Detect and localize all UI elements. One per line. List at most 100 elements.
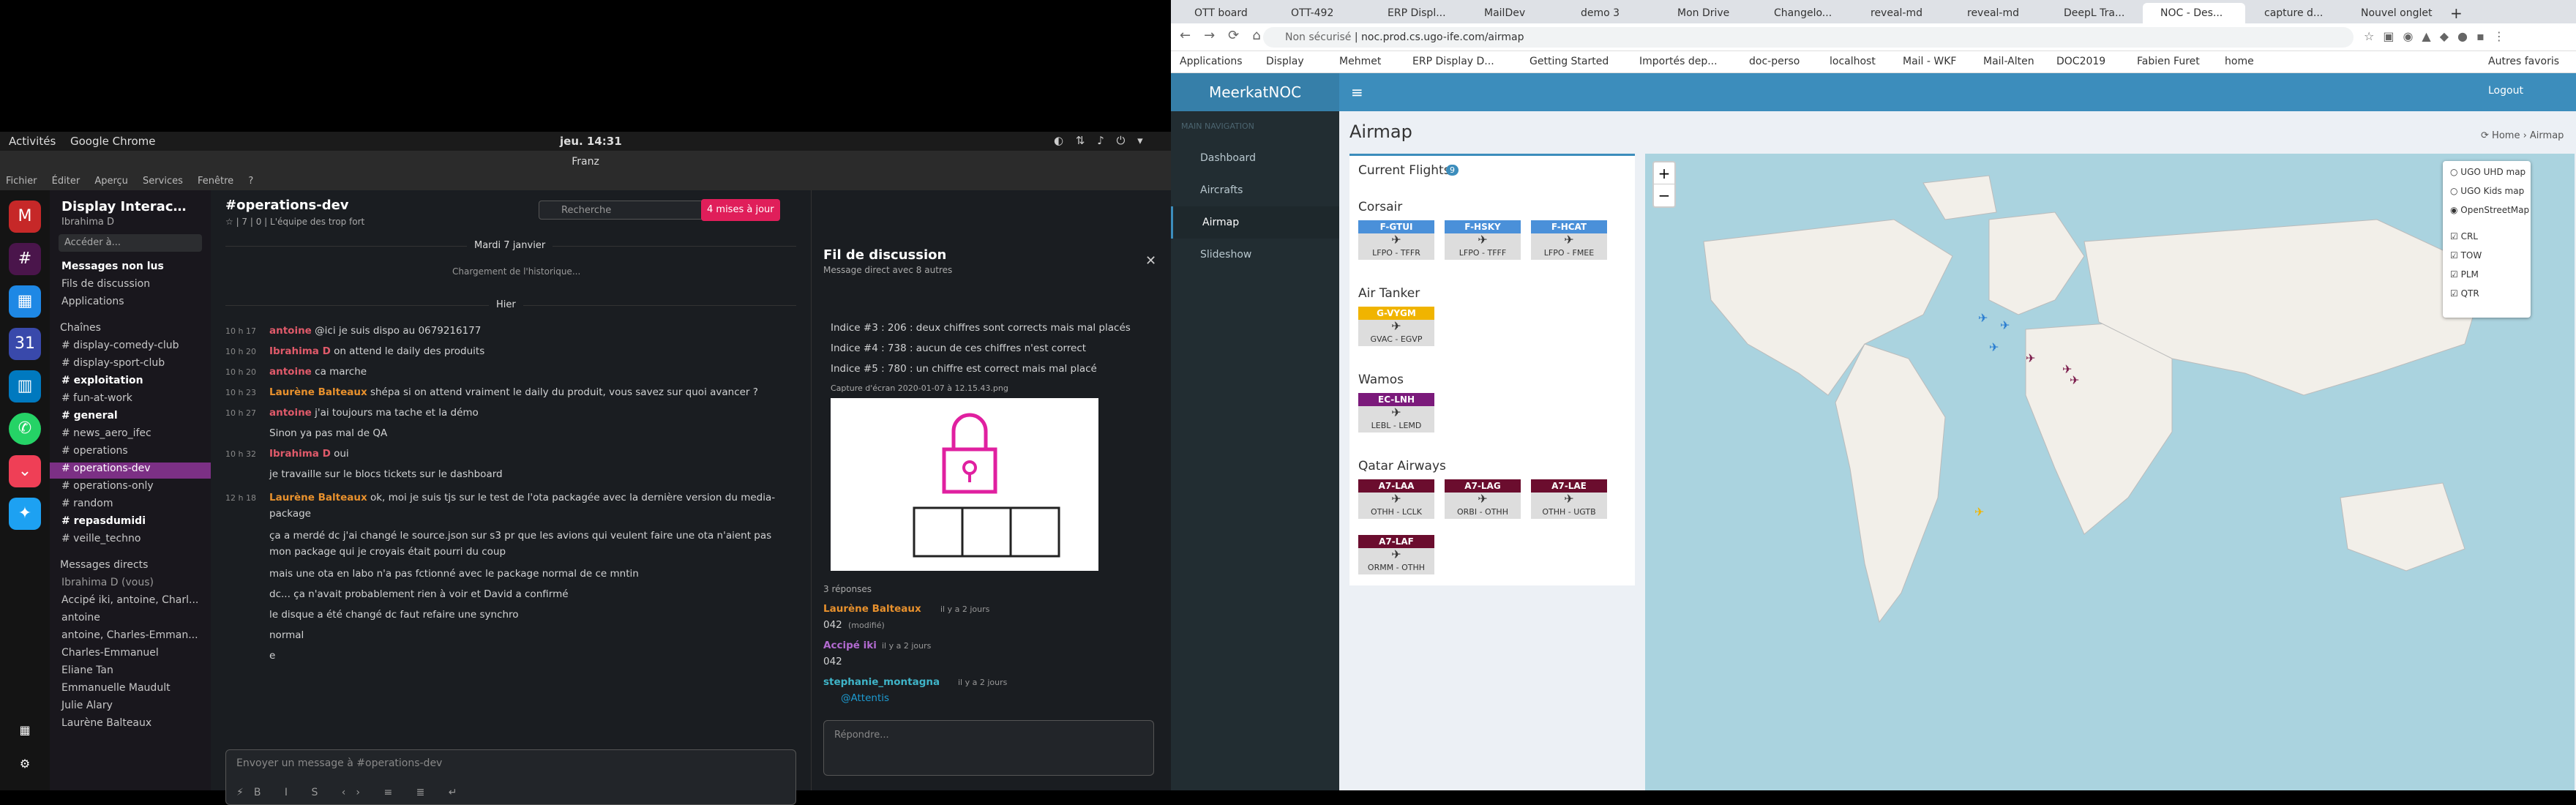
dm-item[interactable]: antoine, Charles-Emman... xyxy=(61,629,198,641)
message-author[interactable]: Ibrahima D xyxy=(269,448,331,460)
message-author[interactable]: antoine xyxy=(269,325,312,337)
browser-tab[interactable]: DeepL Tra... xyxy=(2046,3,2141,23)
plane-airtanker[interactable]: ✈ xyxy=(1974,505,1984,519)
nav-slideshow[interactable]: Slideshow xyxy=(1171,239,1339,271)
browser-tab[interactable]: Mon Drive xyxy=(1660,3,1755,23)
reply-text[interactable]: @Attentis xyxy=(841,692,889,704)
hamburger-icon[interactable]: ≡ xyxy=(1351,83,1363,101)
grid-icon[interactable]: ▦ xyxy=(9,714,41,746)
dm-item[interactable]: Accipé iki, antoine, Charl... xyxy=(61,594,198,606)
channel-item[interactable]: # operations xyxy=(61,445,128,457)
bookmark[interactable]: home xyxy=(2225,56,2254,67)
message[interactable]: le disque a été changé dc faut refaire u… xyxy=(225,609,519,621)
whatsapp-icon[interactable]: ✆ xyxy=(9,413,41,445)
breadcrumb-home[interactable]: Home xyxy=(2492,130,2520,141)
nav-airmap[interactable]: Airmap xyxy=(1171,206,1339,239)
browser-tab[interactable]: MailDev xyxy=(1467,3,1562,23)
overlay-option[interactable]: ☑ CRL xyxy=(2450,231,2478,242)
dm-item[interactable]: Julie Alary xyxy=(61,700,113,711)
message-author[interactable]: antoine xyxy=(269,366,312,378)
extension-icons[interactable]: ☆▣◉▲◆●▪⋮ xyxy=(2364,29,2514,43)
bookmark-apps[interactable]: Applications xyxy=(1180,56,1243,67)
browser-tab[interactable]: reveal-md xyxy=(1853,3,1948,23)
bookmark[interactable]: Getting Started xyxy=(1530,56,1609,67)
twitter-icon[interactable]: ✦ xyxy=(9,498,41,530)
dm-item[interactable]: Ibrahima D (vous) xyxy=(61,577,154,588)
message-author[interactable]: Ibrahima D xyxy=(269,345,331,357)
close-icon[interactable]: ✕ xyxy=(1145,253,1156,269)
bookmark[interactable]: ERP Display D... xyxy=(1412,56,1494,67)
nav-dashboard[interactable]: Dashboard xyxy=(1171,142,1339,174)
bookmark[interactable]: Importés dep... xyxy=(1639,56,1718,67)
reply-count[interactable]: 3 réponses xyxy=(823,584,872,594)
formatting-toolbar[interactable]: ⚡B I S ‹› ≡ ≣ ↵ xyxy=(236,787,468,798)
new-tab-button[interactable]: + xyxy=(2444,3,2466,23)
system-tray-icons[interactable]: ◐ ⇅ ♪ ⏻ ▾ xyxy=(1054,134,1147,147)
reply-author[interactable]: Accipé iki xyxy=(823,640,877,651)
message[interactable]: mon package qui je croyais était pourri … xyxy=(225,546,506,558)
activities-button[interactable]: Activités xyxy=(9,135,56,148)
message[interactable]: 10 h 32 Ibrahima D oui xyxy=(225,448,349,460)
bookmark[interactable]: Mail - WKF xyxy=(1903,56,1956,67)
browser-tab[interactable]: capture d... xyxy=(2247,3,2342,23)
channel-item[interactable]: # display-sport-club xyxy=(61,357,165,369)
pocket-icon[interactable]: ⌄ xyxy=(9,455,41,487)
reply-author[interactable]: stephanie_montagna xyxy=(823,676,940,688)
browser-tab[interactable]: Changelo... xyxy=(1756,3,1852,23)
calendar-icon[interactable]: ▦ xyxy=(9,285,41,318)
plane-wamos[interactable]: ✈ xyxy=(2026,351,2035,365)
overlay-option[interactable]: ☑ TOW xyxy=(2450,250,2482,261)
attachment-name[interactable]: Capture d'écran 2020-01-07 à 12.15.43.pn… xyxy=(831,383,1008,393)
flight-card[interactable]: F-HSKY ✈ LFPO - TFFF xyxy=(1445,220,1521,260)
browser-tab[interactable]: demo 3 xyxy=(1563,3,1658,23)
logout-link[interactable]: Logout xyxy=(2488,85,2523,97)
message[interactable]: ça a merdé dc j'ai changé le source.json… xyxy=(225,530,771,542)
channel-item[interactable]: # general xyxy=(61,410,118,422)
message-composer[interactable]: Envoyer un message à #operations-dev ⚡B … xyxy=(225,749,796,805)
browser-tab[interactable]: reveal-md xyxy=(1950,3,2045,23)
workspace-name[interactable]: Display Interac… xyxy=(61,199,187,214)
menu-help[interactable]: ? xyxy=(248,176,253,187)
plane-corsair-1[interactable]: ✈ xyxy=(1989,340,1999,354)
channel-item[interactable]: # news_aero_ifec xyxy=(61,427,151,439)
dm-item[interactable]: antoine xyxy=(61,612,100,624)
browser-tab[interactable]: ERP Displ... xyxy=(1370,3,1465,23)
dm-item[interactable]: Laurène Balteaux xyxy=(61,717,151,729)
channel-name[interactable]: #operations-dev xyxy=(225,198,349,213)
overlay-option[interactable]: ☑ PLM xyxy=(2450,269,2479,280)
trello-icon[interactable]: ▥ xyxy=(9,370,41,402)
browser-tab[interactable]: OTT board xyxy=(1177,3,1272,23)
flight-card[interactable]: A7-LAF ✈ ORMM - OTHH xyxy=(1358,535,1434,574)
bookmark[interactable]: Fabien Furet xyxy=(2137,56,2200,67)
channel-item[interactable]: # random xyxy=(61,498,113,509)
layer-option[interactable]: ○ UGO Kids map xyxy=(2450,186,2524,196)
bookmark[interactable]: doc-perso xyxy=(1749,56,1800,67)
message[interactable]: 12 h 18 Laurène Balteaux ok, moi je suis … xyxy=(225,492,775,503)
menu-view[interactable]: Aperçu xyxy=(94,176,128,187)
message[interactable]: dc... ça n'avait probablement rien à voi… xyxy=(225,588,569,600)
slack-icon[interactable]: # xyxy=(9,243,41,275)
flight-card[interactable]: F-GTUI ✈ LFPO - TFFR xyxy=(1358,220,1434,260)
calendar-31-icon[interactable]: 31 xyxy=(9,328,41,360)
flight-card[interactable]: F-HCAT ✈ LFPO - FMEE xyxy=(1531,220,1607,260)
message[interactable]: 10 h 20 Ibrahima D on attend le daily des… xyxy=(225,345,484,357)
thread-reply-input[interactable]: Répondre... xyxy=(823,720,1154,776)
dm-item[interactable]: Emmanuelle Maudult xyxy=(61,682,171,694)
bookmark-others[interactable]: Autres favoris xyxy=(2488,56,2559,67)
channel-item[interactable]: # display-comedy-club xyxy=(61,340,179,351)
refresh-icon[interactable]: ⟳ xyxy=(2481,130,2489,141)
bookmark[interactable]: Mail-Alten xyxy=(1983,56,2034,67)
nav-aircrafts[interactable]: Aircrafts xyxy=(1171,174,1339,206)
attachment-image[interactable] xyxy=(831,398,1098,571)
plane-corsair-3[interactable]: ✈ xyxy=(1978,311,1988,325)
gmail-icon[interactable]: M xyxy=(9,201,41,233)
sidebar-item-unread[interactable]: Messages non lus xyxy=(61,261,164,272)
sidebar-item-threads[interactable]: Fils de discussion xyxy=(61,278,150,290)
dm-item[interactable]: Charles-Emmanuel xyxy=(61,647,159,659)
message-author[interactable]: Laurène Balteaux xyxy=(269,386,367,398)
bookmark[interactable]: localhost xyxy=(1830,56,1876,67)
channel-item[interactable]: # operations-only xyxy=(61,480,154,492)
menu-services[interactable]: Services xyxy=(143,176,183,187)
dm-header[interactable]: Messages directs xyxy=(60,559,148,571)
channel-item[interactable]: # fun-at-work xyxy=(61,392,132,404)
